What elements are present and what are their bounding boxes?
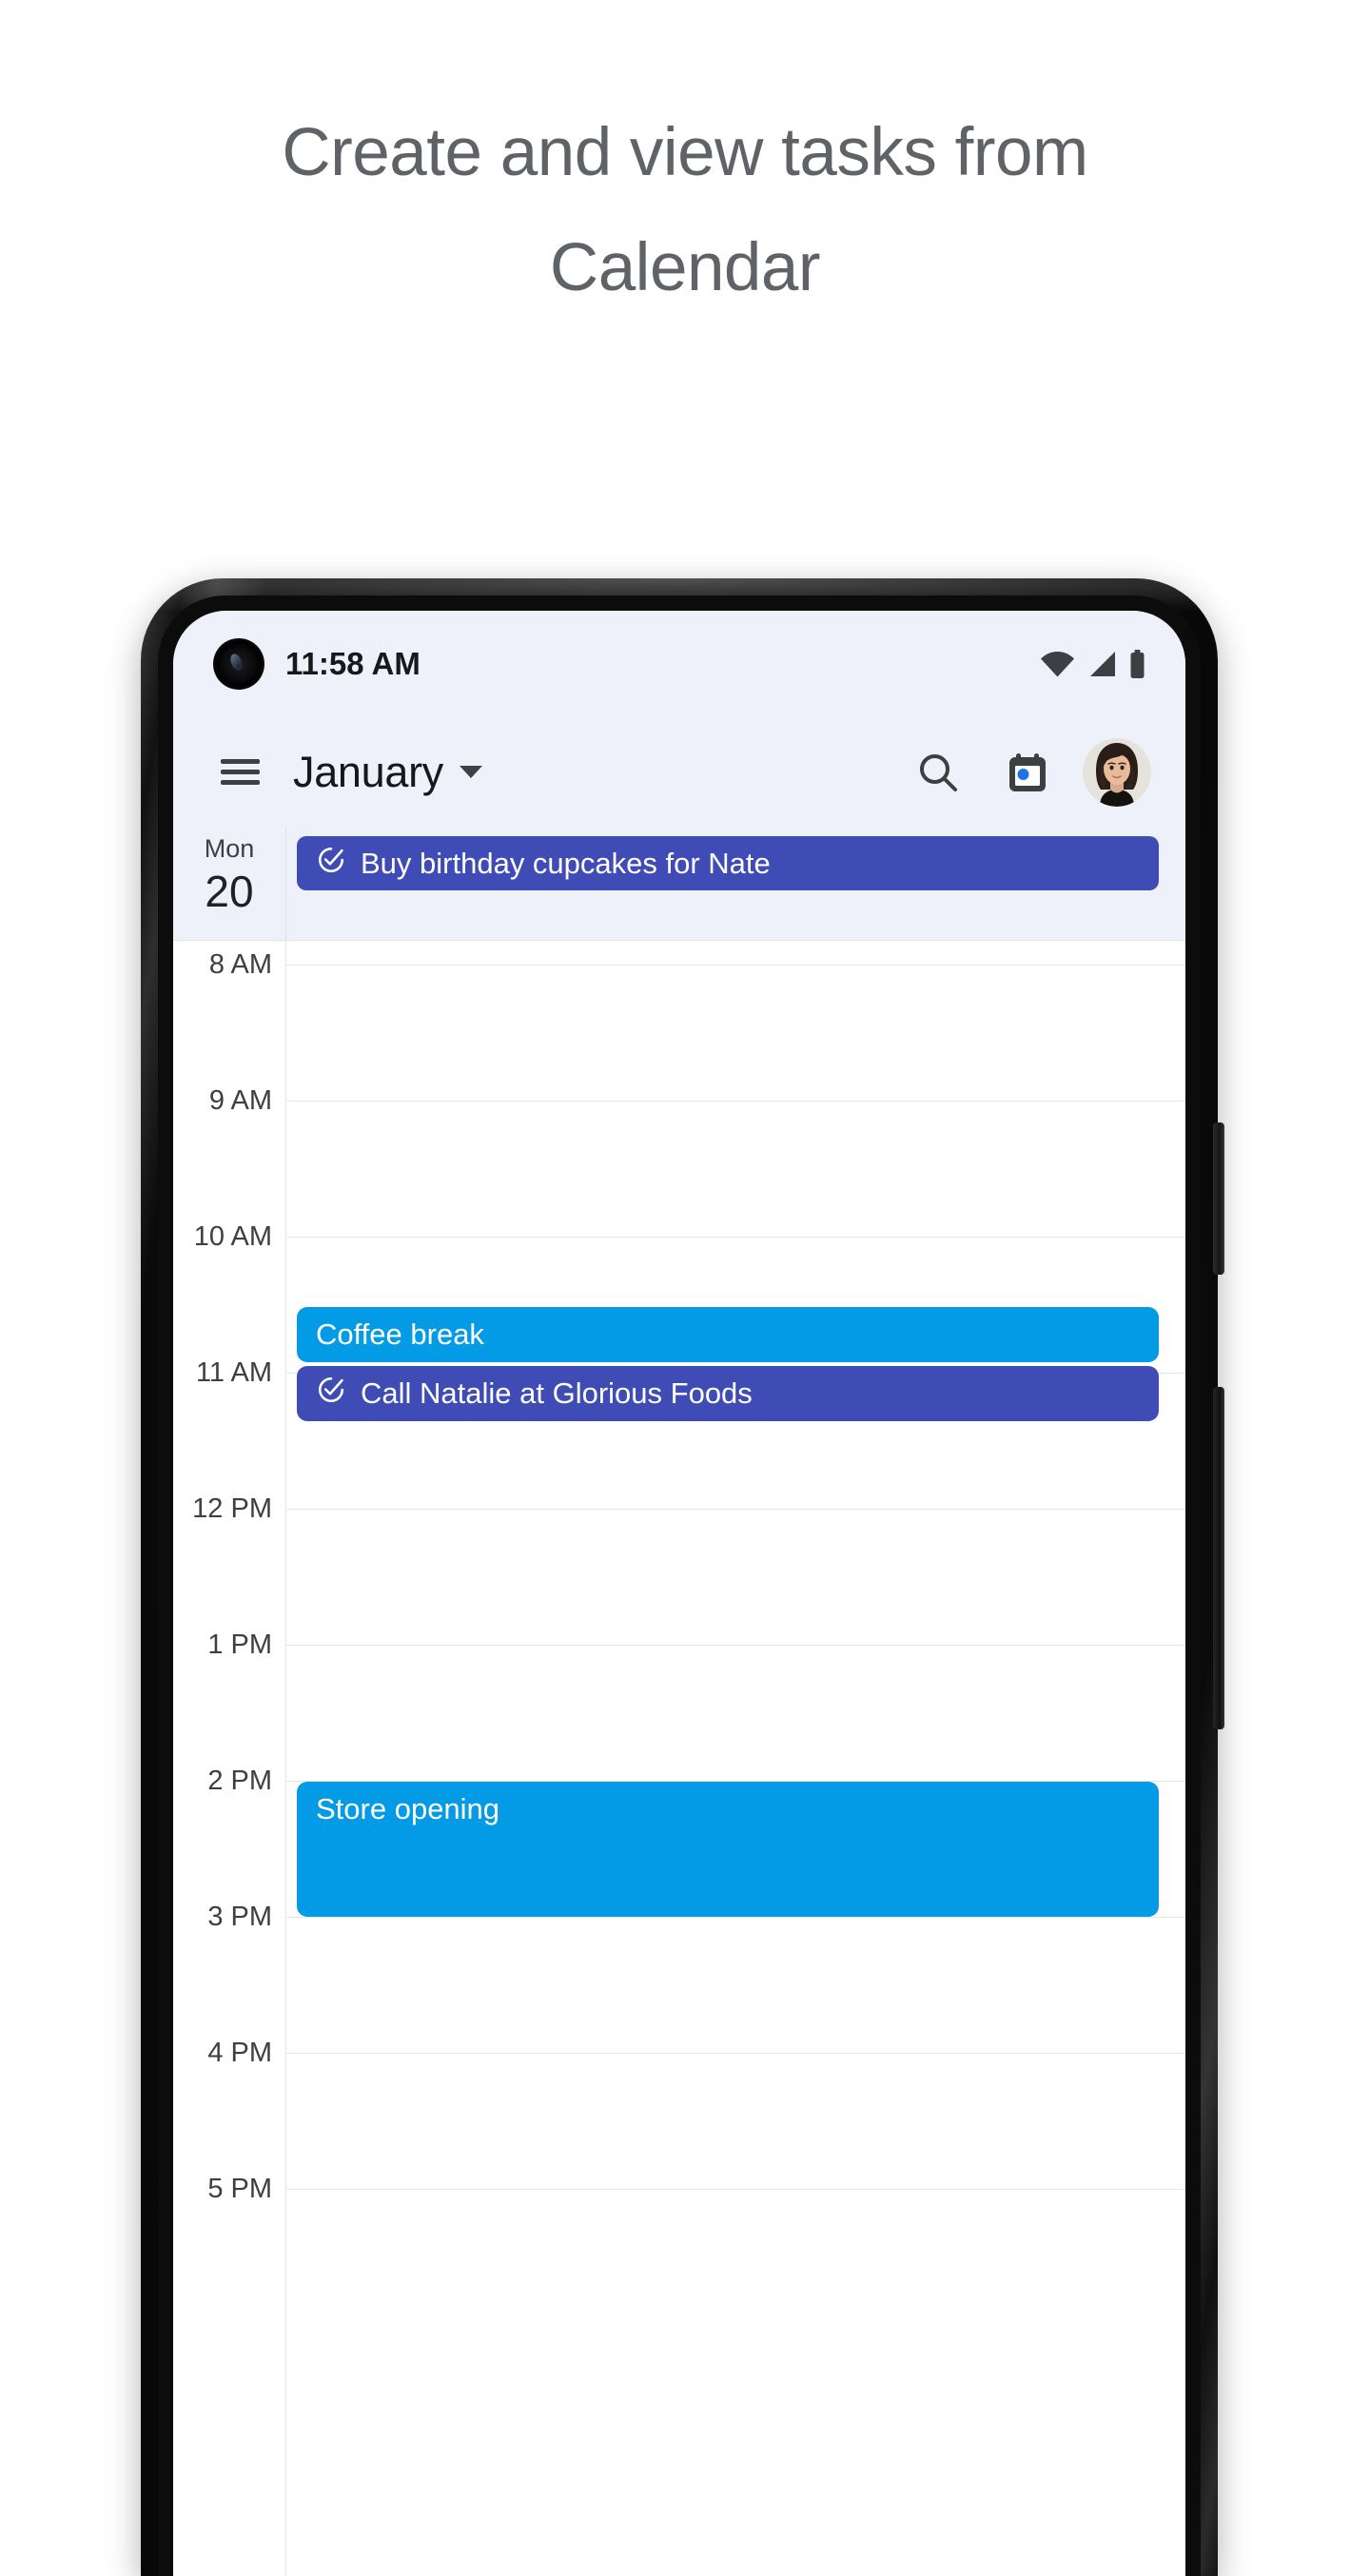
app-bar: January — [173, 717, 1185, 827]
event-title: Coffee break — [316, 1317, 484, 1351]
time-grid[interactable]: 8 AM 9 AM 10 AM 11 AM 12 PM 1 PM 2 PM 3 … — [173, 941, 1185, 2576]
calendar-task[interactable]: Call Natalie at Glorious Foods — [297, 1366, 1159, 1421]
task-title: Call Natalie at Glorious Foods — [361, 1376, 753, 1410]
phone-screen: 11:58 AM January Mon 20 Buy birthday cup… — [173, 611, 1185, 2576]
status-bar: 11:58 AM — [173, 611, 1185, 717]
cellular-signal-icon — [1087, 651, 1117, 677]
headline-line-1: Create and view tasks from — [282, 115, 1088, 190]
headline-line-2: Calendar — [549, 230, 821, 305]
task-check-circle-icon — [316, 1375, 346, 1413]
calendar-day-icon[interactable] — [993, 738, 1062, 807]
month-selector[interactable]: January — [293, 748, 482, 797]
hour-label: 4 PM — [207, 2038, 272, 2068]
grid-vertical-divider — [285, 941, 286, 2576]
day-header-row: Mon 20 Buy birthday cupcakes for Nate — [173, 827, 1185, 941]
front-camera-punch-hole — [213, 638, 264, 690]
hour-label: 8 AM — [208, 949, 272, 980]
volume-rocker-button[interactable] — [1213, 1387, 1224, 1729]
power-button[interactable] — [1213, 1122, 1224, 1275]
calendar-event[interactable]: Store opening — [297, 1782, 1159, 1917]
search-icon[interactable] — [904, 738, 972, 807]
hour-label: 1 PM — [207, 1630, 272, 1660]
hour-label: 2 PM — [207, 1766, 272, 1796]
hour-label: 9 AM — [208, 1085, 272, 1116]
task-check-circle-icon — [316, 845, 346, 883]
app-bar-actions — [904, 737, 1151, 807]
battery-icon — [1129, 650, 1145, 678]
avatar[interactable] — [1083, 737, 1151, 807]
day-column-label[interactable]: Mon 20 — [173, 827, 285, 918]
page-headline: Create and view tasks from Calendar — [0, 95, 1370, 325]
day-number: 20 — [205, 867, 254, 916]
wifi-icon — [1040, 651, 1075, 677]
status-bar-clock: 11:58 AM — [285, 646, 421, 681]
month-title: January — [293, 747, 443, 796]
event-title: Store opening — [316, 1792, 500, 1825]
hour-label: 5 PM — [207, 2174, 272, 2204]
hour-label: 3 PM — [207, 1902, 272, 1932]
hamburger-menu-icon[interactable] — [206, 738, 274, 807]
chevron-down-icon — [460, 766, 482, 778]
day-name: Mon — [204, 834, 255, 863]
status-bar-icons — [1040, 650, 1145, 678]
hour-label: 12 PM — [192, 1493, 272, 1524]
day-header-divider — [285, 827, 286, 941]
phone-mockup: 11:58 AM January Mon 20 Buy birthday cup… — [141, 578, 1224, 2576]
all-day-task-chip[interactable]: Buy birthday cupcakes for Nate — [297, 836, 1159, 890]
hour-label: 10 AM — [193, 1221, 272, 1252]
calendar-event[interactable]: Coffee break — [297, 1307, 1159, 1362]
hour-label: 11 AM — [195, 1357, 272, 1388]
all-day-task-title: Buy birthday cupcakes for Nate — [361, 846, 771, 880]
